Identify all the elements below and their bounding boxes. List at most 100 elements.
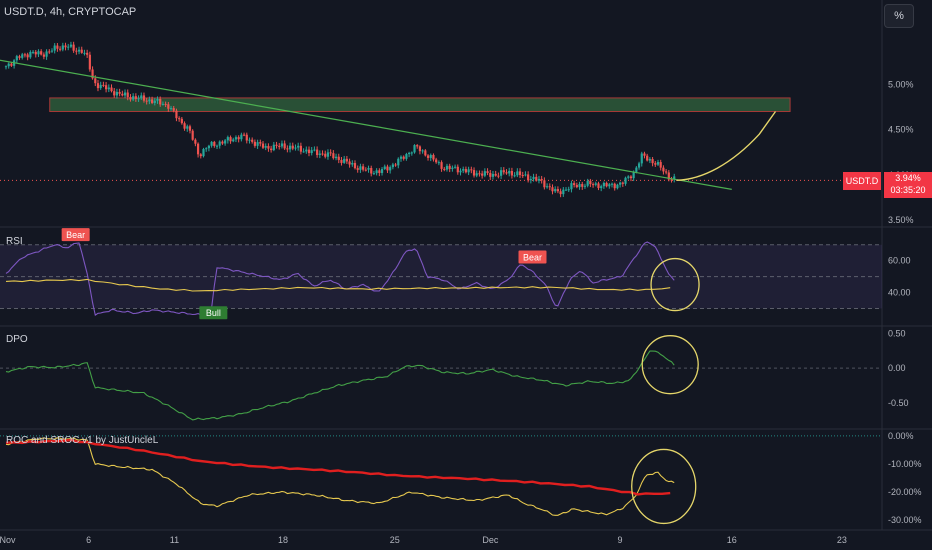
candle-body: [94, 78, 97, 84]
candle-body: [205, 148, 208, 150]
candle-body: [513, 175, 516, 177]
candle-body: [264, 145, 267, 148]
price-axis-tick: 5.00%: [888, 79, 914, 89]
candle-body: [305, 149, 308, 152]
candle-body: [232, 139, 235, 142]
candle-body: [72, 44, 75, 51]
candle-body: [237, 137, 240, 140]
candle-body: [80, 49, 83, 53]
dpo-pane: [0, 335, 882, 421]
time-axis-tick: Nov: [0, 535, 16, 545]
candle-body: [475, 173, 478, 176]
candle-body: [113, 91, 116, 96]
candle-body: [218, 141, 221, 146]
roc-line: [5, 437, 675, 516]
candle-body: [524, 174, 527, 176]
candle-body: [134, 96, 137, 99]
candle-body: [172, 108, 175, 111]
candle-body: [110, 87, 113, 92]
candle-body: [483, 171, 486, 176]
candle-body: [153, 100, 156, 103]
candle-body: [637, 163, 641, 168]
candle-body: [605, 182, 608, 187]
axes: 5.00%4.50%4.00%3.50%60.0040.000.500.00-0…: [0, 79, 922, 545]
candle-body: [75, 50, 78, 52]
candle-body: [253, 141, 256, 146]
candle-body: [424, 150, 427, 156]
candle-body: [578, 184, 581, 188]
candle-body: [445, 165, 449, 170]
projection-curve: [676, 111, 777, 181]
candle-body: [554, 189, 557, 192]
candle-body: [226, 137, 229, 141]
last-price-tag: 3.94% 03:35:20: [884, 172, 932, 198]
candle-body: [283, 143, 286, 149]
candle-body: [88, 54, 91, 70]
candle-body: [610, 183, 614, 185]
candle-body: [178, 118, 181, 120]
candle-body: [86, 52, 89, 55]
chart-canvas[interactable]: BearBearBull 5.00%4.50%4.00%3.50%60.0040…: [0, 0, 932, 550]
percent-scale-button[interactable]: %: [884, 4, 914, 28]
candle-body: [505, 172, 508, 174]
candle-body: [391, 164, 394, 168]
candle-body: [29, 51, 32, 58]
candle-body: [351, 163, 354, 165]
candle-body: [310, 150, 313, 154]
candle-body: [348, 161, 351, 165]
candle-body: [640, 153, 643, 164]
candle-body: [56, 45, 59, 49]
candle-body: [343, 158, 346, 163]
candle-body: [516, 171, 519, 176]
candle-body: [99, 84, 102, 89]
time-axis-tick: 18: [278, 535, 288, 545]
candle-body: [559, 191, 562, 195]
candle-body: [548, 186, 551, 188]
price-pane: [0, 41, 882, 198]
candle-body: [627, 176, 630, 178]
candle-body: [545, 186, 549, 188]
candle-body: [629, 176, 633, 179]
candle-body: [502, 170, 505, 173]
candle-body: [316, 149, 319, 155]
candle-body: [600, 186, 603, 189]
candle-body: [543, 180, 546, 188]
candle-body: [61, 45, 64, 50]
candle-body: [45, 51, 48, 57]
candle-body: [40, 51, 43, 55]
candle-body: [608, 184, 611, 187]
rsi-axis-tick: 40.00: [888, 288, 911, 298]
candle-body: [375, 170, 378, 174]
candle-body: [651, 159, 654, 164]
candle-body: [440, 162, 443, 169]
candle-body: [540, 178, 543, 181]
candle-body: [621, 182, 624, 184]
candle-body: [408, 152, 411, 155]
candle-body: [18, 56, 21, 58]
candle-body: [183, 123, 186, 129]
candle-body: [267, 145, 270, 149]
candle-body: [362, 166, 365, 170]
price-axis-tick: 4.50%: [888, 125, 914, 135]
candle-body: [196, 143, 200, 155]
candle-body: [188, 126, 192, 131]
highlight-circle: [641, 335, 699, 395]
candle-body: [562, 189, 565, 195]
candle-body: [199, 154, 202, 157]
candle-body: [619, 182, 622, 185]
candle-body: [278, 145, 281, 147]
time-axis-tick: 23: [837, 535, 847, 545]
candle-body: [145, 100, 148, 102]
candle-body: [15, 56, 18, 61]
candle-body: [532, 176, 535, 180]
rsi-axis-tick: 60.00: [888, 256, 911, 266]
candle-body: [64, 45, 67, 48]
time-axis-tick: 11: [170, 535, 179, 545]
candle-body: [210, 141, 213, 146]
candle-body: [662, 167, 665, 172]
candle-body: [643, 153, 646, 156]
candle-body: [656, 162, 660, 165]
symbol-price-tag: USDT.D: [843, 172, 881, 190]
candle-body: [261, 143, 265, 148]
candle-body: [59, 48, 62, 50]
